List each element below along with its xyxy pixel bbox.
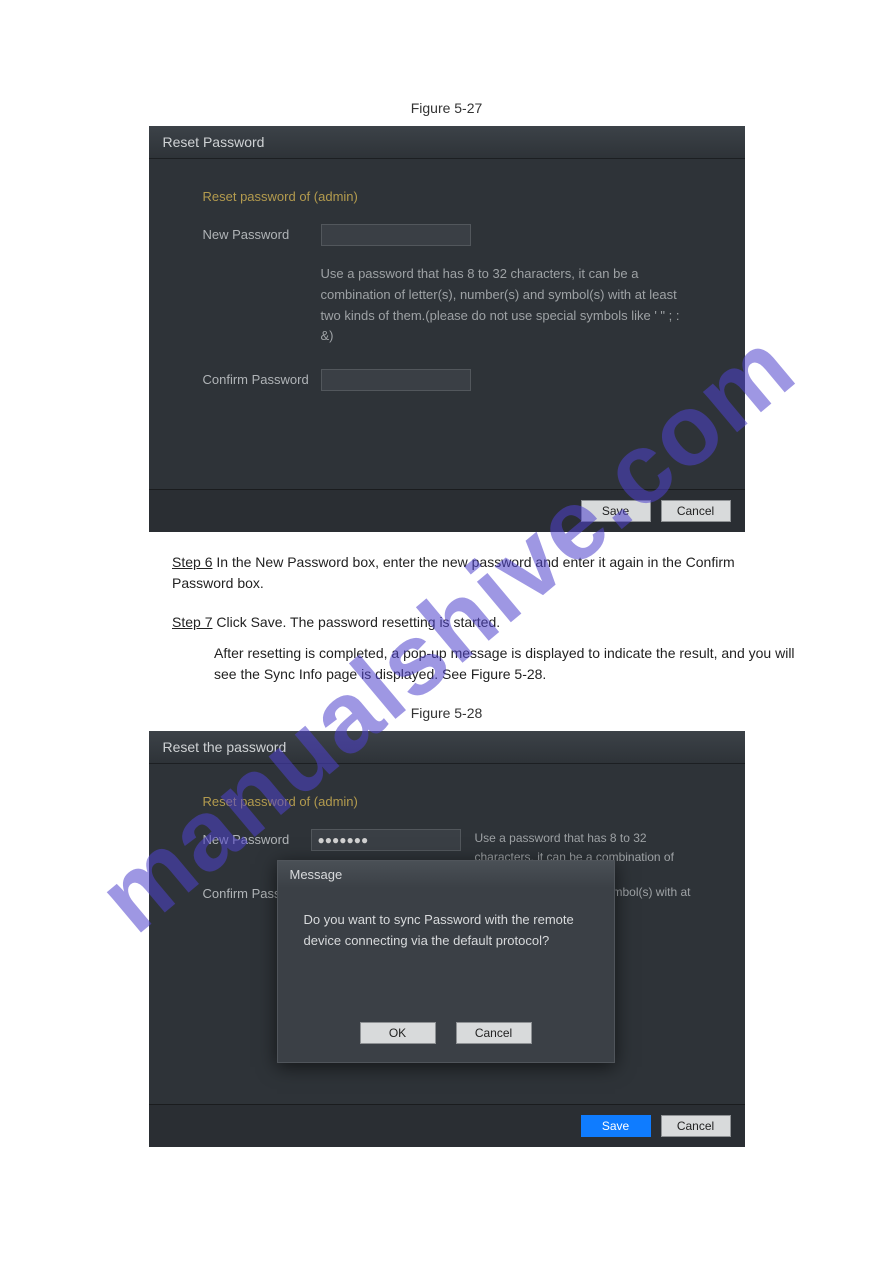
sync-message-popup: Message Do you want to sync Password wit… bbox=[277, 860, 615, 1063]
step6-label: Step 6 bbox=[172, 554, 212, 570]
save-button[interactable]: Save bbox=[581, 500, 651, 522]
confirm-password-label: Confirm Password bbox=[203, 369, 321, 387]
cancel-button[interactable]: Cancel bbox=[661, 500, 731, 522]
figure1-caption: Figure 5-27 bbox=[0, 100, 893, 116]
new-password-label-2: New Password bbox=[203, 829, 311, 847]
figure2-caption: Figure 5-28 bbox=[0, 705, 893, 721]
confirm-password-input[interactable] bbox=[321, 369, 471, 391]
new-password-input[interactable] bbox=[321, 224, 471, 246]
popup-body: Do you want to sync Password with the re… bbox=[278, 888, 614, 1012]
ok-button[interactable]: OK bbox=[360, 1022, 436, 1044]
new-password-label: New Password bbox=[203, 224, 321, 242]
step7-text-b: After resetting is completed, a pop-up m… bbox=[214, 643, 814, 685]
popup-title: Message bbox=[278, 861, 614, 888]
dialog1-subtitle: Reset password of (admin) bbox=[203, 189, 691, 204]
step7-text-a: Step 7 Click Save. The password resettin… bbox=[172, 612, 772, 633]
dialog1-title: Reset Password bbox=[149, 126, 745, 159]
dialog2-title: Reset the password bbox=[149, 731, 745, 764]
step7-label: Step 7 bbox=[172, 614, 212, 630]
reset-password-dialog-1: Reset Password Reset password of (admin)… bbox=[149, 126, 745, 532]
cancel-button-2[interactable]: Cancel bbox=[661, 1115, 731, 1137]
reset-password-dialog-2: Reset the password Reset password of (ad… bbox=[149, 731, 745, 1147]
step6-text: Step 6 In the New Password box, enter th… bbox=[172, 552, 772, 594]
new-password-input-2[interactable] bbox=[311, 829, 461, 851]
password-helper-text: Use a password that has 8 to 32 characte… bbox=[321, 264, 691, 347]
dialog2-subtitle: Reset password of (admin) bbox=[203, 794, 691, 809]
save-button-2[interactable]: Save bbox=[581, 1115, 651, 1137]
popup-cancel-button[interactable]: Cancel bbox=[456, 1022, 532, 1044]
